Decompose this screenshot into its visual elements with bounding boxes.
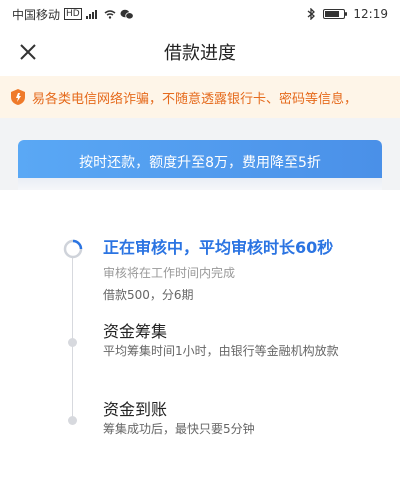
step-2-desc: 平均筹集时间1小时，由银行等金融机构放款 [103,344,339,358]
step-2-dot [68,338,77,347]
page-title: 借款进度 [164,43,236,64]
step-3-dot [68,416,77,425]
step-2-title: 资金筹集 [103,322,168,341]
timeline-line [72,248,73,420]
banner-text: 按时还款，额度升至8万，费用降至5折 [79,155,321,171]
battery-icon [323,9,348,19]
wechat-icon [120,9,134,19]
step-3-desc: 筹集成功后，最快只要5分钟 [103,422,255,436]
clock: 12:19 [353,7,388,21]
promo-banner[interactable]: 按时还款，额度升至8万，费用降至5折 [18,140,382,192]
fraud-notice: 易各类电信网络诈骗，不随意透露银行卡、密码等信息， [0,76,400,118]
bluetooth-icon [307,8,316,20]
shield-icon [11,89,25,105]
step-3-title: 资金到账 [103,400,168,419]
loading-spinner-icon [63,239,83,259]
notice-text: 易各类电信网络诈骗，不随意透露银行卡、密码等信息， [32,91,358,107]
progress-panel: 正在审核中，平均审核时长60秒 审核将在工作时间内完成 借款500，分6期 资金… [0,190,400,490]
signal-icon [85,10,97,19]
wifi-icon [104,10,116,19]
step-1-title: 正在审核中，平均审核时长60秒 [103,238,334,257]
step-1-desc: 审核将在工作时间内完成 [103,266,236,280]
status-bar: 中国移动 HD 12:19 [0,0,400,28]
step-1-extra: 借款500，分6期 [103,288,194,302]
hd-icon: HD [64,8,82,20]
nav-header: 借款进度 [0,28,400,76]
carrier-label: 中国移动 [12,7,61,22]
close-icon[interactable] [16,40,40,64]
